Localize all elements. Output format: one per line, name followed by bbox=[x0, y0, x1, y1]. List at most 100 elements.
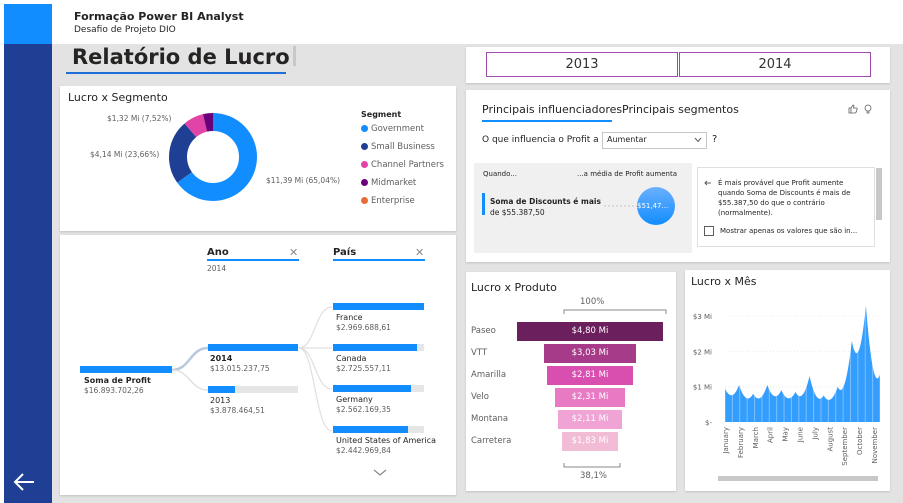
month-area-chart[interactable]: $- $1 Mi $2 Mi $3 Mi January February March Apr… bbox=[685, 270, 890, 491]
x-tick-label: January bbox=[722, 427, 730, 455]
year-button-2013[interactable]: 2013 bbox=[486, 52, 678, 77]
tree-year-value: $13.015.237,75 bbox=[210, 364, 270, 373]
thumbs-up-icon[interactable] bbox=[848, 104, 858, 114]
decomposition-tree-card: Ano ✕ 2014 País ✕ Soma de Profit $16.893… bbox=[60, 235, 456, 495]
factor-detail: de $55.387,50 bbox=[490, 208, 545, 217]
funnel-bar[interactable]: $4,80 Mi bbox=[517, 322, 663, 341]
header-accent-block bbox=[4, 4, 52, 44]
influencer-explanation-panel: É mais provável que Profit aumente quand… bbox=[697, 167, 882, 247]
x-tick-label: August bbox=[826, 427, 834, 452]
donut-label-channel: $1,32 Mi (7,52%) bbox=[107, 114, 172, 123]
col-header-when: Quando... bbox=[483, 170, 517, 178]
col-header-avg: ...a média de Profit aumenta bbox=[577, 170, 677, 178]
select-value: Aumentar bbox=[607, 135, 647, 144]
donut-label-government: $11,39 Mi (65,04%) bbox=[266, 176, 341, 185]
selected-factor-indicator bbox=[482, 193, 485, 215]
tree-year-bar[interactable] bbox=[208, 344, 298, 351]
tab-principais-influenciadores[interactable]: Principais influenciadores bbox=[482, 103, 622, 116]
x-tick-label: May bbox=[782, 427, 790, 441]
influencer-list-panel: Quando... ...a média de Profit aumenta S… bbox=[474, 163, 692, 253]
tree-year-value: $3.878.464,51 bbox=[210, 406, 265, 415]
tree-root-value: $16.893.702,26 bbox=[84, 386, 144, 395]
scrollbar-stub[interactable] bbox=[293, 46, 296, 66]
funnel-top-percent: 100% bbox=[580, 297, 605, 307]
segment-chart-card: Lucro x Segmento $1,32 Mi (7,52%) $4,14 … bbox=[60, 86, 456, 231]
funnel-category: VTT bbox=[471, 348, 488, 358]
funnel-bar[interactable]: $2,11 Mi bbox=[557, 410, 623, 429]
funnel-bottom-bracket bbox=[563, 463, 621, 468]
funnel-category: Velo bbox=[471, 392, 489, 402]
title-underline bbox=[66, 72, 286, 74]
x-tick-label: September bbox=[841, 427, 849, 466]
show-values-checkbox[interactable] bbox=[704, 226, 714, 236]
x-tick-label: November bbox=[871, 427, 879, 464]
y-tick-label: $1 Mi bbox=[693, 384, 712, 392]
tree-country-bar[interactable] bbox=[333, 385, 412, 392]
tree-country-value: $2.442.969,84 bbox=[336, 446, 391, 455]
year-slicer: 2013 2014 bbox=[466, 47, 890, 83]
bubble-value: $51,47... bbox=[637, 202, 669, 210]
x-tick-label: March bbox=[752, 427, 760, 448]
header-subtitle: Desafio de Projeto DIO bbox=[74, 25, 176, 35]
checkbox-label: Mostrar apenas os valores que são in... bbox=[720, 227, 858, 235]
lightbulb-icon[interactable] bbox=[863, 104, 873, 114]
legend-item[interactable]: Midmarket bbox=[361, 178, 416, 188]
legend-dot bbox=[361, 143, 368, 150]
legend-item[interactable]: Government bbox=[361, 124, 424, 134]
legend-dot bbox=[361, 197, 368, 204]
funnel-category: Amarilla bbox=[471, 370, 507, 380]
tab-principais-segmentos[interactable]: Principais segmentos bbox=[622, 103, 739, 116]
legend-item[interactable]: Enterprise bbox=[361, 196, 415, 206]
tree-year-bar[interactable] bbox=[208, 386, 235, 393]
funnel-bar[interactable]: $1,83 Mi bbox=[562, 432, 618, 451]
donut-label-small-business: $4,14 Mi (23,66%) bbox=[90, 150, 160, 159]
back-arrow-icon[interactable] bbox=[10, 468, 38, 496]
legend-title: Segment bbox=[361, 110, 402, 119]
legend-dot bbox=[361, 179, 368, 186]
tree-country-bar[interactable] bbox=[333, 303, 424, 310]
legend-dot bbox=[361, 161, 368, 168]
tree-country-bar[interactable] bbox=[333, 344, 417, 351]
year-button-2014[interactable]: 2014 bbox=[679, 52, 871, 77]
x-tick-label: April bbox=[767, 427, 775, 443]
segment-donut[interactable] bbox=[168, 112, 258, 202]
factor-name[interactable]: Soma de Discounts é mais bbox=[490, 197, 601, 206]
funnel-category: Montana bbox=[471, 414, 509, 424]
legend-item[interactable]: Small Business bbox=[361, 142, 435, 152]
y-tick-label: $2 Mi bbox=[693, 348, 712, 356]
left-nav-bar bbox=[4, 44, 52, 503]
legend-label: Small Business bbox=[371, 142, 435, 152]
legend-label: Enterprise bbox=[371, 196, 415, 206]
influence-question: O que influencia o Profit a bbox=[482, 135, 599, 145]
tree-country-name: Germany bbox=[336, 395, 373, 404]
header-title: Formação Power BI Analyst bbox=[74, 10, 244, 23]
x-tick-label: February bbox=[737, 427, 745, 458]
explanation-scrollbar[interactable] bbox=[876, 168, 882, 220]
tree-country-value: $2.969.688,61 bbox=[336, 323, 391, 332]
x-tick-label: June bbox=[797, 427, 805, 443]
horizontal-scrollbar[interactable] bbox=[718, 476, 878, 481]
influence-direction-select[interactable]: Aumentar bbox=[602, 132, 707, 149]
y-tick-label: $3 Mi bbox=[693, 313, 712, 321]
funnel-bar[interactable]: $2,81 Mi bbox=[547, 366, 633, 385]
active-tab-underline bbox=[482, 120, 612, 122]
tree-root-bar[interactable] bbox=[80, 366, 172, 373]
help-icon[interactable]: ? bbox=[712, 134, 717, 145]
funnel-category: Paseo bbox=[471, 326, 496, 336]
product-chart-title: Lucro x Produto bbox=[471, 281, 557, 294]
legend-dot bbox=[361, 125, 368, 132]
funnel-bar[interactable]: $3,03 Mi bbox=[543, 344, 637, 363]
legend-item[interactable]: Channel Partners bbox=[361, 160, 444, 170]
funnel-bar[interactable]: $2,31 Mi bbox=[554, 388, 626, 407]
segment-chart-title: Lucro x Segmento bbox=[68, 91, 168, 104]
funnel-category: Carretera bbox=[471, 436, 512, 446]
tree-country-bar[interactable] bbox=[333, 426, 408, 433]
tree-country-value: $2.562.169,35 bbox=[336, 405, 391, 414]
funnel-top-bracket bbox=[563, 309, 667, 314]
legend-label: Midmarket bbox=[371, 178, 417, 188]
product-chart-card: Lucro x Produto 100% Paseo $4,80 Mi VTT $3,… bbox=[466, 272, 676, 491]
y-tick-label: $- bbox=[705, 419, 712, 427]
tree-country-name: France bbox=[336, 313, 363, 322]
tree-country-value: $2.725.557,11 bbox=[336, 364, 391, 373]
back-arrow-icon[interactable] bbox=[704, 180, 712, 186]
